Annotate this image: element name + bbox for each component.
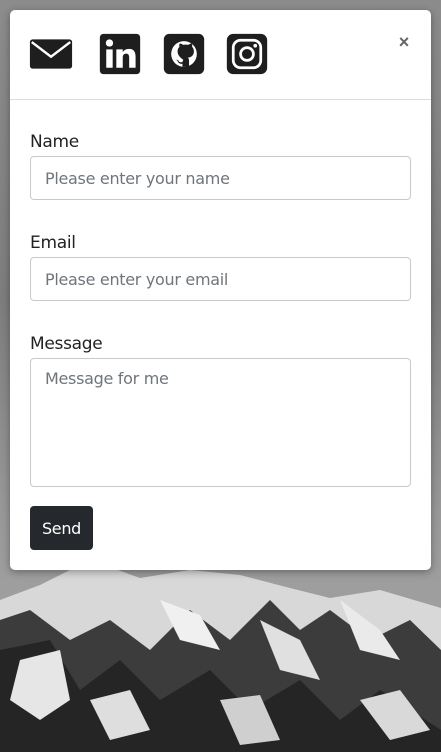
send-button[interactable]: Send (30, 506, 93, 550)
message-textarea[interactable] (30, 358, 411, 487)
envelope-icon[interactable] (29, 32, 73, 76)
email-label: Email (30, 233, 76, 253)
linkedin-icon[interactable] (98, 32, 142, 76)
github-icon[interactable] (162, 32, 206, 76)
name-input[interactable] (30, 156, 411, 200)
contact-modal: × Name Email Message Send (10, 10, 431, 570)
close-button[interactable]: × (396, 32, 412, 52)
name-label: Name (30, 132, 79, 152)
modal-header: × (10, 10, 431, 100)
email-input[interactable] (30, 257, 411, 301)
message-label: Message (30, 334, 103, 354)
instagram-icon[interactable] (225, 32, 269, 76)
